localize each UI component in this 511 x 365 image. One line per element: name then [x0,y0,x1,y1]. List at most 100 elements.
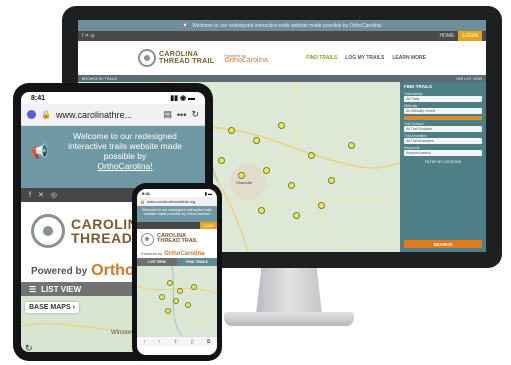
map-city-label: Charlotte [236,180,253,185]
desktop-logo-text[interactable]: CAROLINA THREAD TRAIL [159,51,214,65]
megaphone-icon: 📢 [31,143,49,159]
phone-logo[interactable]: CAROLINA THREAD TRAIL [137,229,217,249]
forward-icon[interactable]: › [159,339,161,345]
back-icon[interactable]: ‹ [144,339,146,345]
find-trails-title: FIND TRAILS [404,84,432,89]
phone-tab-list-view[interactable]: LIST VIEW [137,258,177,266]
trail-marker[interactable] [308,152,315,159]
desktop-topbar: f ✕ ◎ HOME LOGIN [78,31,486,41]
login-button[interactable]: LOGIN [458,31,482,41]
phone-address-bar[interactable]: 🔒 www.carolinathreadtrail.org [137,197,217,206]
nav-find-trails[interactable]: FIND TRAILS [306,55,337,61]
trail-marker[interactable] [185,302,191,308]
list-icon: ☰ [29,284,37,294]
trail-marker[interactable] [348,142,355,149]
reload-icon[interactable]: ↻ [191,109,199,120]
phone-topbar: LOGIN [137,222,217,229]
trail-marker[interactable] [167,280,173,286]
tablet-url[interactable]: www.carolinathre... [56,110,159,120]
powered-prefix: Powered by [141,251,163,256]
share-icon[interactable]: ⇪ [173,339,177,345]
powered-prefix: Powered by [31,265,88,277]
powered-brand: Ortho [91,262,135,279]
desktop-subbar: BROWSE BY TRAILS SEE LIST VIEW [78,75,486,82]
trail-surface-select[interactable]: All Trail Surfaces [404,126,482,132]
search-button[interactable]: SEARCH [404,240,482,248]
facebook-icon[interactable]: f [29,192,31,199]
logo-line2: THREAD TRAIL [157,238,198,244]
carolina-thread-trail-logo-icon [141,232,154,246]
phone-url[interactable]: www.carolinathreadtrail.org [147,199,195,204]
reader-icon[interactable]: ▤ [163,109,172,120]
orthocarolina-link[interactable]: OrthoCarolina! [97,161,152,171]
phone-powered-by: Powered by OrthoCarolina [137,249,217,258]
phone-map[interactable] [137,266,217,336]
trail-marker[interactable] [177,288,183,294]
filter-by-location[interactable]: FILTER BY LOCATION [404,160,482,164]
list-view-label[interactable]: LIST VIEW [41,285,81,294]
powered-brand: OrthoCarolina [224,57,268,64]
trail-marker[interactable] [288,182,295,189]
trail-marker[interactable] [328,177,335,184]
trail-marker[interactable] [191,284,197,290]
bookmarks-icon[interactable]: ▯ [191,339,194,345]
megaphone-icon: 📢 [182,22,189,29]
carolina-thread-trail-logo-icon[interactable] [138,49,156,67]
trail-marker[interactable] [165,308,171,314]
trail-marker[interactable] [318,202,325,209]
phone-welcome-banner: Welcome to our redesigned interactive tr… [137,206,217,222]
responsive-mockup-scene: 📢 Welcome to our redesigned interactive … [0,0,511,365]
phone-browser-nav: ‹ › ⇪ ▯ ⧉ [137,336,217,346]
trail-amenities-select[interactable]: All Trail Amenities [404,138,482,144]
signal-battery-icon: ▮▮ ◉ ▬ [170,95,195,102]
difficulty-select[interactable]: All Difficulty Levels [404,108,482,114]
monitor-stand-neck [256,268,322,314]
lock-icon: 🔒 [140,199,145,204]
tabs-icon[interactable]: ⧉ [207,339,211,345]
phone-status-bar: 9:41 ▮ ▬ [137,189,217,197]
trail-marker[interactable] [159,294,165,300]
social-icons[interactable]: f ✕ ◎ [82,33,95,39]
twitter-icon[interactable]: ✕ [38,191,44,199]
see-list-view-link[interactable]: SEE LIST VIEW [456,77,482,81]
desktop-main-nav: FIND TRAILS LOG MY TRAILS LEARN MORE [306,55,426,61]
tablet-status-bar: 8:41 ▮▮ ◉ ▬ [21,92,205,104]
carolina-thread-trail-logo-icon [31,214,65,248]
phone-logo-text: CAROLINA THREAD TRAIL [157,233,198,245]
phone-screen: 9:41 ▮ ▬ 🔒 www.carolinathreadtrail.org W… [137,189,217,355]
trail-marker[interactable] [228,127,235,134]
trail-marker[interactable] [278,122,285,129]
tablet-address-bar[interactable]: 🔒 www.carolinathre... ▤ ••• ↻ [21,104,205,126]
trail-marker[interactable] [173,298,179,304]
trail-activity-select[interactable]: All Trails [404,96,482,102]
desktop-welcome-banner: 📢 Welcome to our redesigned interactive … [78,20,486,31]
distance-slider[interactable] [404,116,482,120]
trail-marker[interactable] [263,167,270,174]
base-maps-button[interactable]: BASE MAPS › [25,302,79,313]
more-icon[interactable]: ••• [177,110,186,120]
powered-by: Powered by OrthoCarolina [224,53,268,64]
browse-by-trails[interactable]: BROWSE BY TRAILS [82,77,117,81]
desktop-header: CAROLINA THREAD TRAIL Powered by OrthoCa… [78,41,486,75]
base-maps-label: BASE MAPS [29,304,71,311]
desktop-banner-text: Welcome to our redesigned interactive tr… [192,22,382,29]
phone-login-button[interactable]: LOGIN [200,222,217,229]
home-link[interactable]: HOME [439,33,454,39]
lock-icon: 🔒 [41,110,51,119]
monitor-stand-base [224,312,354,326]
logo-line2: THREAD TRAIL [159,58,215,65]
trail-marker[interactable] [258,207,265,214]
trail-marker[interactable] [238,172,245,179]
trail-marker[interactable] [253,137,260,144]
nav-log-my-trails[interactable]: LOG MY TRAILS [345,55,384,61]
instagram-icon[interactable]: ◎ [51,191,57,199]
nav-learn-more[interactable]: LEARN MORE [392,55,426,61]
phone-time: 9:41 [142,190,151,196]
phone-tab-find-trails[interactable]: FIND TRAILS [177,258,217,266]
trail-marker[interactable] [218,157,225,164]
powered-brand: OrthoCarolina [164,250,205,257]
refresh-icon[interactable]: ↻ [25,343,33,352]
shield-icon[interactable] [27,110,36,119]
trail-marker[interactable] [293,212,300,219]
keyword-input[interactable]: Keyword search [404,150,482,156]
